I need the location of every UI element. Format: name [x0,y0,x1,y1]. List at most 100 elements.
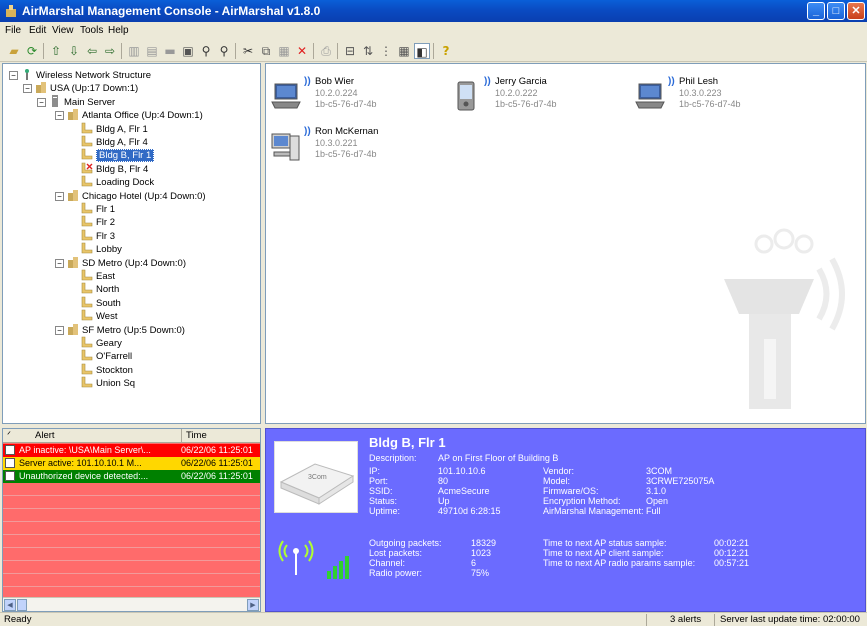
tree-node[interactable]: − SD Metro (Up:4 Down:0) [55,256,186,269]
maximize-button[interactable]: □ [827,2,845,20]
description-label: Description: [369,453,417,463]
sort-icon[interactable]: ⇅ [360,43,376,59]
tree-node[interactable]: Union Sq [81,376,135,389]
layout-icon[interactable]: ⊟ [342,43,358,59]
copy-icon[interactable]: ⧉ [258,43,274,59]
alert-column-header[interactable]: Alert [35,430,55,441]
properties-icon[interactable]: ▣ [180,43,196,59]
tree-node[interactable]: Lobby [81,242,122,255]
grid-view-icon[interactable]: ▦ [396,43,412,59]
delete-icon[interactable]: ✕ [294,43,310,59]
tree-node[interactable]: Geary [81,336,122,349]
tree-node[interactable]: Flr 1 [81,202,115,215]
scroll-left-icon[interactable]: ◀ [4,599,16,611]
alert-row[interactable]: Server active: 101.10.10.1 M... 06/22/06 … [3,457,260,470]
binoculars-next-icon[interactable]: ⚲ [216,43,232,59]
device-item[interactable]: )) Phil Lesh 10.3.0.223 1b-c5-76-d7-4b [634,72,809,132]
device-item[interactable]: )) Jerry Garcia 10.2.0.222 1b-c5-76-d7-4b [450,72,625,132]
menu-view[interactable]: View [52,25,74,36]
alert-checkbox[interactable] [5,471,15,481]
right-arrow-icon[interactable]: ⇨ [102,43,118,59]
desktop-icon [271,133,300,161]
tree-node[interactable]: South [81,296,121,309]
alert-checkbox[interactable] [5,458,15,468]
tree-node[interactable]: − USA (Up:17 Down:1) [23,81,138,94]
paste-icon[interactable]: ▦ [276,43,292,59]
tree-node[interactable]: Bldg A, Flr 4 [81,135,148,148]
alerts-panel[interactable]: ᐟ Alert Time AP inactive: \USA\Main Serv… [2,428,261,612]
tree-node[interactable]: Flr 2 [81,215,115,228]
tree-node[interactable]: O'Farrell [81,349,132,362]
collapse-toggle-icon[interactable]: − [23,84,32,94]
collapse-toggle-icon[interactable]: − [55,111,64,121]
tree-icon[interactable]: ⋮ [378,43,394,59]
refresh-icon[interactable]: ⟳ [24,43,40,59]
collapse-toggle-icon[interactable]: − [9,71,18,80]
tree-node[interactable]: Bldg B, Flr 4 [81,162,148,175]
floor-icon [81,229,93,241]
empty-alert-row [3,522,260,535]
scroll-right-icon[interactable]: ▶ [247,599,259,611]
toggle-icon[interactable]: ◧ [414,43,430,59]
floor-icon[interactable]: ▤ [144,43,160,59]
collapse-toggle-icon[interactable]: − [55,325,64,335]
binoculars-icon[interactable]: ⚲ [198,43,214,59]
empty-alert-row [3,548,260,561]
device-mac: 1b-c5-76-d7-4b [315,99,377,109]
tree-node-label: Wireless Network Structure [36,70,152,81]
detail-label: Vendor: [543,466,575,476]
tree-node[interactable]: West [81,309,117,322]
up-arrow-icon[interactable]: ⇧ [48,43,64,59]
help-icon[interactable]: ? [438,43,454,59]
tree-node[interactable]: Stockton [81,363,133,376]
laptop-icon [271,83,301,109]
device-item[interactable]: )) Ron McKernan 10.3.0.221 1b-c5-76-d7-4b [270,122,445,182]
left-arrow-icon[interactable]: ⇦ [84,43,100,59]
down-arrow-icon[interactable]: ⇩ [66,43,82,59]
device-mac: 1b-c5-76-d7-4b [495,99,557,109]
collapse-toggle-icon[interactable]: − [37,97,46,107]
tree-node[interactable]: North [81,282,119,295]
menu-tools[interactable]: Tools [80,25,103,36]
collapse-toggle-icon[interactable]: − [55,191,64,201]
tree-node[interactable]: Bldg B, Flr 1 [81,148,155,163]
alert-row[interactable]: AP inactive: \USA\Main Server\... 06/22/0… [3,444,260,457]
floor-icon [81,242,93,254]
print-icon[interactable]: ⎙ [318,43,334,59]
collapse-toggle-icon[interactable]: − [55,258,64,268]
ap-details-panel: 3Com Bldg B, Flr 1 Description: AP on Fi… [265,428,866,612]
tree-node[interactable]: − Wireless Network Structure [9,68,151,81]
tree-node[interactable]: East [81,269,115,282]
ap-brand-label: 3Com [308,474,327,481]
detail-value: 3CRWE725075A [646,476,715,486]
server-icon[interactable]: ▬ [162,43,178,59]
menu-help[interactable]: Help [108,25,129,36]
tree-node[interactable]: − Atlanta Office (Up:4 Down:1) [55,108,203,121]
tree-node-label: Bldg A, Flr 4 [96,137,148,148]
building-icon [68,109,78,121]
tree-node-label: Loading Dock [96,177,155,189]
building-icon[interactable]: ▥ [126,43,142,59]
close-button[interactable]: ✕ [847,2,865,20]
title-bar[interactable]: AirMarshal Management Console - AirMarsh… [0,0,867,22]
alert-checkbox[interactable] [5,445,15,455]
menu-edit[interactable]: Edit [29,25,46,36]
network-tree[interactable]: − Wireless Network Structure − USA (Up:17 D… [2,63,261,424]
cut-icon[interactable]: ✂ [240,43,256,59]
open-folder-icon[interactable]: ▰ [6,43,22,59]
tree-node[interactable]: Loading Dock [81,175,154,188]
alert-row[interactable]: Unauthorized device detected:... 06/22/06… [3,470,260,483]
tree-node[interactable]: − Chicago Hotel (Up:4 Down:0) [55,189,206,202]
menu-file[interactable]: File [5,25,21,36]
time-column-header[interactable]: Time [186,430,207,441]
scroll-thumb[interactable] [17,599,27,611]
device-grid[interactable]: )) Bob Wier 10.2.0.224 1b-c5-76-d7-4b)) Jerr… [265,63,866,424]
tree-node[interactable]: − Main Server [37,94,115,108]
alerts-horizontal-scrollbar[interactable]: ◀ ▶ [3,597,260,611]
minimize-button[interactable]: _ [807,2,825,20]
window-title: AirMarshal Management Console - AirMarsh… [22,4,321,18]
tree-node[interactable]: Flr 3 [81,229,115,242]
tree-node[interactable]: − SF Metro (Up:5 Down:0) [55,323,185,336]
detail-value: 3.1.0 [646,486,667,496]
tree-node[interactable]: Bldg A, Flr 1 [81,122,148,135]
